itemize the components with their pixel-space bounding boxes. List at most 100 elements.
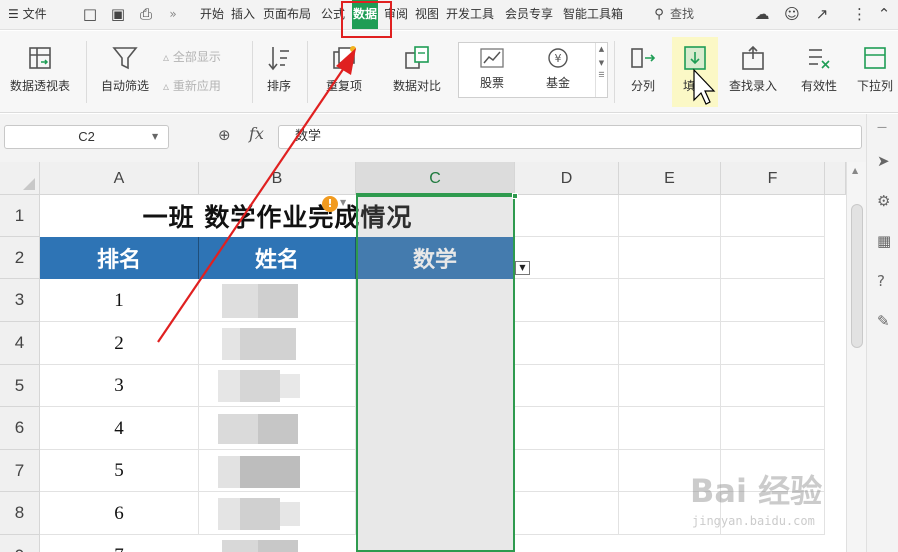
column-header-g[interactable] [825,162,846,195]
funds-button[interactable]: ¥ 基金 [529,47,587,91]
tab-developer[interactable]: 开发工具 [446,0,494,29]
formula-input[interactable]: 数学 [278,125,862,149]
collapse-ribbon-icon[interactable]: ⌃ [876,0,892,29]
cell-d8[interactable] [515,492,619,535]
gallery-expand-icon[interactable]: ☰ [596,71,607,79]
search-icon[interactable]: ⚲ [651,0,667,29]
row-header-8[interactable]: 8 [0,492,40,535]
column-header-e[interactable]: E [619,162,721,195]
split-column-button[interactable]: 分列 [620,37,666,107]
row-header-6[interactable]: 6 [0,407,40,450]
scroll-up-icon[interactable]: ▲ [852,166,858,175]
cursor-select-icon[interactable]: ➤ [877,152,890,170]
column-header-b[interactable]: B [199,162,356,195]
print-icon[interactable]: ⎙ [136,0,156,29]
column-header-a[interactable]: A [40,162,199,195]
duplicates-button[interactable]: 重复项 [314,37,374,107]
gallery-up-icon[interactable]: ▲ [596,45,607,53]
pivot-table-button[interactable]: 数据透视表 [2,37,78,107]
stocks-button[interactable]: 股票 [463,47,521,91]
cell-f6[interactable] [721,407,825,450]
tab-home[interactable]: 开始 [200,0,224,29]
row-header-4[interactable]: 4 [0,322,40,365]
cell-d5[interactable] [515,365,619,407]
row-header-2[interactable]: 2 [0,237,40,279]
cell-e4[interactable] [619,322,721,365]
fill-button[interactable]: 填充 [672,37,718,107]
selected-column-c[interactable] [356,195,515,552]
validity-icon [809,49,830,69]
cell-d3[interactable] [515,279,619,322]
cell-f3[interactable] [721,279,825,322]
adjust-icon[interactable]: ⚙ [877,192,890,210]
data-compare-label: 数据对比 [392,79,441,93]
lookup-entry-button[interactable]: 查找录入 [722,37,784,107]
panel-collapse-icon[interactable]: — [877,122,887,133]
validity-button[interactable]: 有效性 [790,37,848,107]
more-options-icon[interactable]: ⋮ [852,0,867,29]
gallery-down-icon[interactable]: ▼ [596,59,607,67]
help-icon[interactable]: ? [877,272,885,290]
share-icon[interactable]: ↗ [812,0,832,29]
dropdown-list-button[interactable]: 下拉列 [852,37,898,107]
select-all-corner[interactable] [0,162,40,195]
filter-dropdown-button[interactable]: ▼ [515,261,530,275]
tab-page-layout[interactable]: 页面布局 [263,0,311,29]
zoom-icon[interactable]: ⊕ [218,126,231,144]
insert-function-icon[interactable]: fx [249,124,264,143]
row-header-5[interactable]: 5 [0,365,40,407]
reapply-button[interactable]: ▵ 重新应用 [163,76,221,96]
column-header-f[interactable]: F [721,162,825,195]
show-all-button[interactable]: ▵ 全部显示 [163,47,221,67]
cell-e1[interactable] [619,195,721,237]
cell-f4[interactable] [721,322,825,365]
data-compare-button[interactable]: 数据对比 [382,37,452,107]
stock-fund-gallery: 股票 ¥ 基金 ▲ ▼ ☰ [458,42,608,98]
lookup-entry-icon [742,45,764,70]
row-header-7[interactable]: 7 [0,450,40,492]
gallery-scroll[interactable]: ▲ ▼ ☰ [595,43,607,97]
search-label[interactable]: 查找 [670,0,694,29]
column-header-d[interactable]: D [515,162,619,195]
autofilter-button[interactable]: 自动筛选 [92,37,158,107]
file-menu[interactable]: ☰ 文件 [8,0,47,29]
more-commands-icon[interactable]: » [166,0,180,29]
name-box[interactable]: C2 [4,125,169,149]
cell-d6[interactable] [515,407,619,450]
export-icon[interactable]: ▣ [108,0,128,29]
sort-button[interactable]: 排序 [256,37,302,107]
cell-f1[interactable] [721,195,825,237]
cell-e6[interactable] [619,407,721,450]
tab-view[interactable]: 视图 [415,0,439,29]
cell-e2[interactable] [619,237,721,279]
warning-dropdown-icon[interactable]: ▼ [340,198,346,207]
row-header-1[interactable]: 1 [0,195,40,237]
cell-f5[interactable] [721,365,825,407]
cell-e5[interactable] [619,365,721,407]
watermark: Bai 经验 jingyan.baidu.com [690,466,865,546]
cell-d7[interactable] [515,450,619,492]
header-rank[interactable]: 排名 [40,237,199,279]
column-header-c[interactable]: C [356,162,515,195]
cell-d4[interactable] [515,322,619,365]
row-header-3[interactable]: 3 [0,279,40,322]
cell-d2[interactable] [515,237,619,279]
tools-icon[interactable]: ✎ [877,312,890,330]
header-name[interactable]: 姓名 [199,237,356,279]
tab-member[interactable]: 会员专享 [505,0,553,29]
ribbon-divider [86,41,87,103]
layout-icon[interactable]: ▦ [877,232,891,250]
cell-f2[interactable] [721,237,825,279]
scrollbar-thumb[interactable] [851,204,863,348]
name-box-dropdown-icon[interactable]: ▼ [152,132,158,141]
fill-handle[interactable] [512,193,518,199]
cell-d1[interactable] [515,195,619,237]
tab-insert[interactable]: 插入 [231,0,255,29]
warning-icon[interactable]: ! [322,196,338,212]
cell-e3[interactable] [619,279,721,322]
save-icon[interactable]: □ [80,0,100,29]
row-header-9[interactable]: 9 [0,535,40,552]
collaborate-icon[interactable]: ☺ [782,0,802,29]
cloud-sync-icon[interactable]: ☁ [752,0,772,29]
tab-smart-toolbox[interactable]: 智能工具箱 [563,0,623,29]
